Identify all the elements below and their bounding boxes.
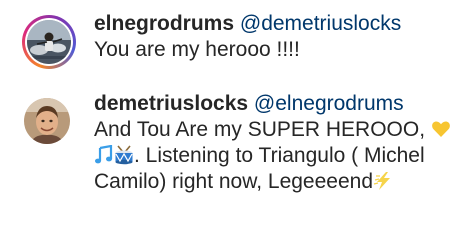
man-profile-photo [24, 98, 70, 144]
comment-mention[interactable]: @elnegrodrums [254, 92, 404, 115]
comment-text: You are my herooo !!!! [94, 38, 300, 61]
avatar[interactable] [22, 95, 76, 149]
comment-username[interactable]: elnegrodrums [94, 12, 234, 35]
comment-text-part-1: And Tou Are my SUPER HEROOO, [94, 118, 426, 141]
drummer-profile-photo [27, 20, 71, 64]
comment-content: demetriuslocks @elnegrodrums And Tou Are… [94, 91, 459, 195]
comment-text: And Tou Are my SUPER HEROOO, . Listening… [94, 117, 459, 195]
comment-thread: elnegrodrums @demetriuslocks You are my … [0, 0, 463, 241]
musical-notes-icon [94, 144, 114, 165]
comment-mention[interactable]: @demetriuslocks [240, 12, 401, 35]
drum-icon [114, 145, 134, 165]
avatar[interactable] [22, 15, 76, 69]
yellow-heart-icon [431, 119, 451, 139]
comment-content: elnegrodrums @demetriuslocks You are my … [94, 11, 459, 63]
comment-username[interactable]: demetriuslocks [94, 92, 248, 115]
lightning-icon [373, 171, 393, 191]
